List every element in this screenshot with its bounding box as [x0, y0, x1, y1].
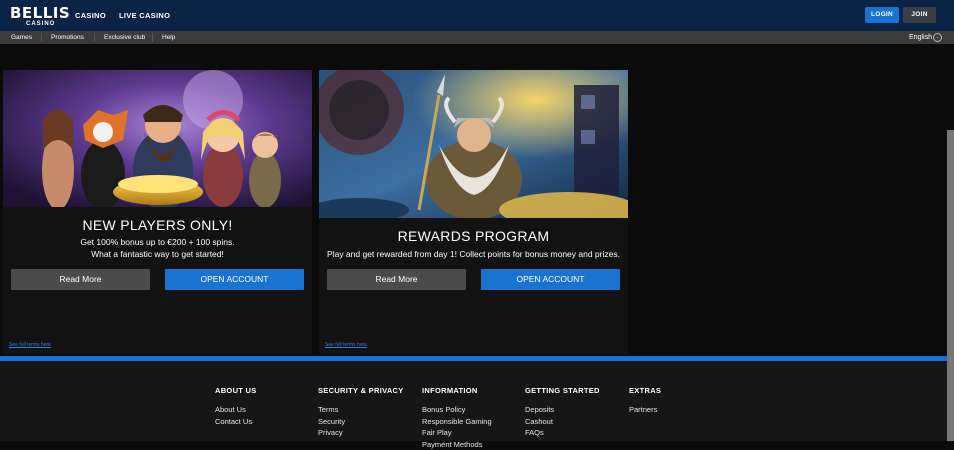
footer-link[interactable]: About Us: [215, 404, 257, 416]
card-title: NEW PLAYERS ONLY!: [3, 217, 312, 233]
terms-link[interactable]: See full terms here: [9, 342, 51, 348]
chevron-down-icon[interactable]: ⌄: [933, 33, 942, 42]
footer-link[interactable]: Bonus Policy: [422, 404, 492, 416]
promo-card-rewards-program: REWARDS PROGRAM Play and get rewarded fr…: [319, 70, 628, 354]
footer-link[interactable]: Privacy: [318, 427, 404, 439]
site-footer: ABOUT US About Us Contact Us SECURITY & …: [0, 361, 947, 441]
card-description-line: Get 100% bonus up to €200 + 100 spins.: [3, 236, 312, 248]
footer-link[interactable]: Payment Methods: [422, 439, 492, 450]
footer-link[interactable]: Security: [318, 416, 404, 428]
footer-link[interactable]: Responsible Gaming: [422, 416, 492, 428]
footer-heading: EXTRAS: [629, 386, 661, 395]
footer-column-about: ABOUT US About Us Contact Us: [215, 386, 257, 427]
language-selector[interactable]: English: [909, 33, 932, 42]
footer-link[interactable]: Cashout: [525, 416, 600, 428]
footer-heading: GETTING STARTED: [525, 386, 600, 395]
new-players-promo-artwork: [3, 70, 312, 207]
terms-link[interactable]: See full terms here: [325, 342, 367, 348]
logo-subtitle: CASINO: [26, 21, 55, 28]
footer-link[interactable]: FAQs: [525, 427, 600, 439]
nav-casino[interactable]: CASINO: [75, 11, 106, 20]
bellis-casino-logo[interactable]: BELLIS CASINO: [10, 4, 60, 30]
login-button[interactable]: LOGIN: [865, 7, 899, 23]
footer-link[interactable]: Terms: [318, 404, 404, 416]
card-description-line: Play and get rewarded from day 1! Collec…: [319, 248, 628, 260]
footer-link[interactable]: Fair Play: [422, 427, 492, 439]
card-title: REWARDS PROGRAM: [319, 228, 628, 244]
secondary-navigation-bar: Games Promotions Exclusive club Help Eng…: [0, 31, 954, 44]
footer-heading: SECURITY & PRIVACY: [318, 386, 404, 395]
top-navigation-bar: BELLIS CASINO CASINO LIVE CASINO LOGIN J…: [0, 0, 954, 31]
page-scrollbar[interactable]: [947, 130, 954, 441]
subnav-divider: [41, 33, 42, 42]
read-more-button[interactable]: Read More: [11, 269, 150, 290]
footer-heading: ABOUT US: [215, 386, 257, 395]
subnav-divider: [94, 33, 95, 42]
join-button[interactable]: JOIN: [903, 7, 936, 23]
footer-column-security: SECURITY & PRIVACY Terms Security Privac…: [318, 386, 404, 439]
subnav-games[interactable]: Games: [11, 33, 32, 42]
nav-live-casino[interactable]: LIVE CASINO: [119, 11, 170, 20]
rewards-program-promo-artwork: [319, 70, 628, 218]
footer-link[interactable]: Contact Us: [215, 416, 257, 428]
footer-column-information: INFORMATION Bonus Policy Responsible Gam…: [422, 386, 492, 450]
card-description-line: What a fantastic way to get started!: [3, 248, 312, 260]
promo-card-new-players: NEW PLAYERS ONLY! Get 100% bonus up to €…: [3, 70, 312, 354]
footer-column-getting-started: GETTING STARTED Deposits Cashout FAQs: [525, 386, 600, 439]
subnav-divider: [152, 33, 153, 42]
open-account-button[interactable]: OPEN ACCOUNT: [481, 269, 620, 290]
footer-link[interactable]: Deposits: [525, 404, 600, 416]
open-account-button[interactable]: OPEN ACCOUNT: [165, 269, 304, 290]
subnav-exclusive-club[interactable]: Exclusive club: [104, 33, 145, 42]
logo-wordmark: BELLIS: [10, 4, 70, 22]
subnav-help[interactable]: Help: [162, 33, 175, 42]
footer-link[interactable]: Partners: [629, 404, 661, 416]
footer-heading: INFORMATION: [422, 386, 492, 395]
subnav-promotions[interactable]: Promotions: [51, 33, 84, 42]
read-more-button[interactable]: Read More: [327, 269, 466, 290]
footer-column-extras: EXTRAS Partners: [629, 386, 661, 416]
